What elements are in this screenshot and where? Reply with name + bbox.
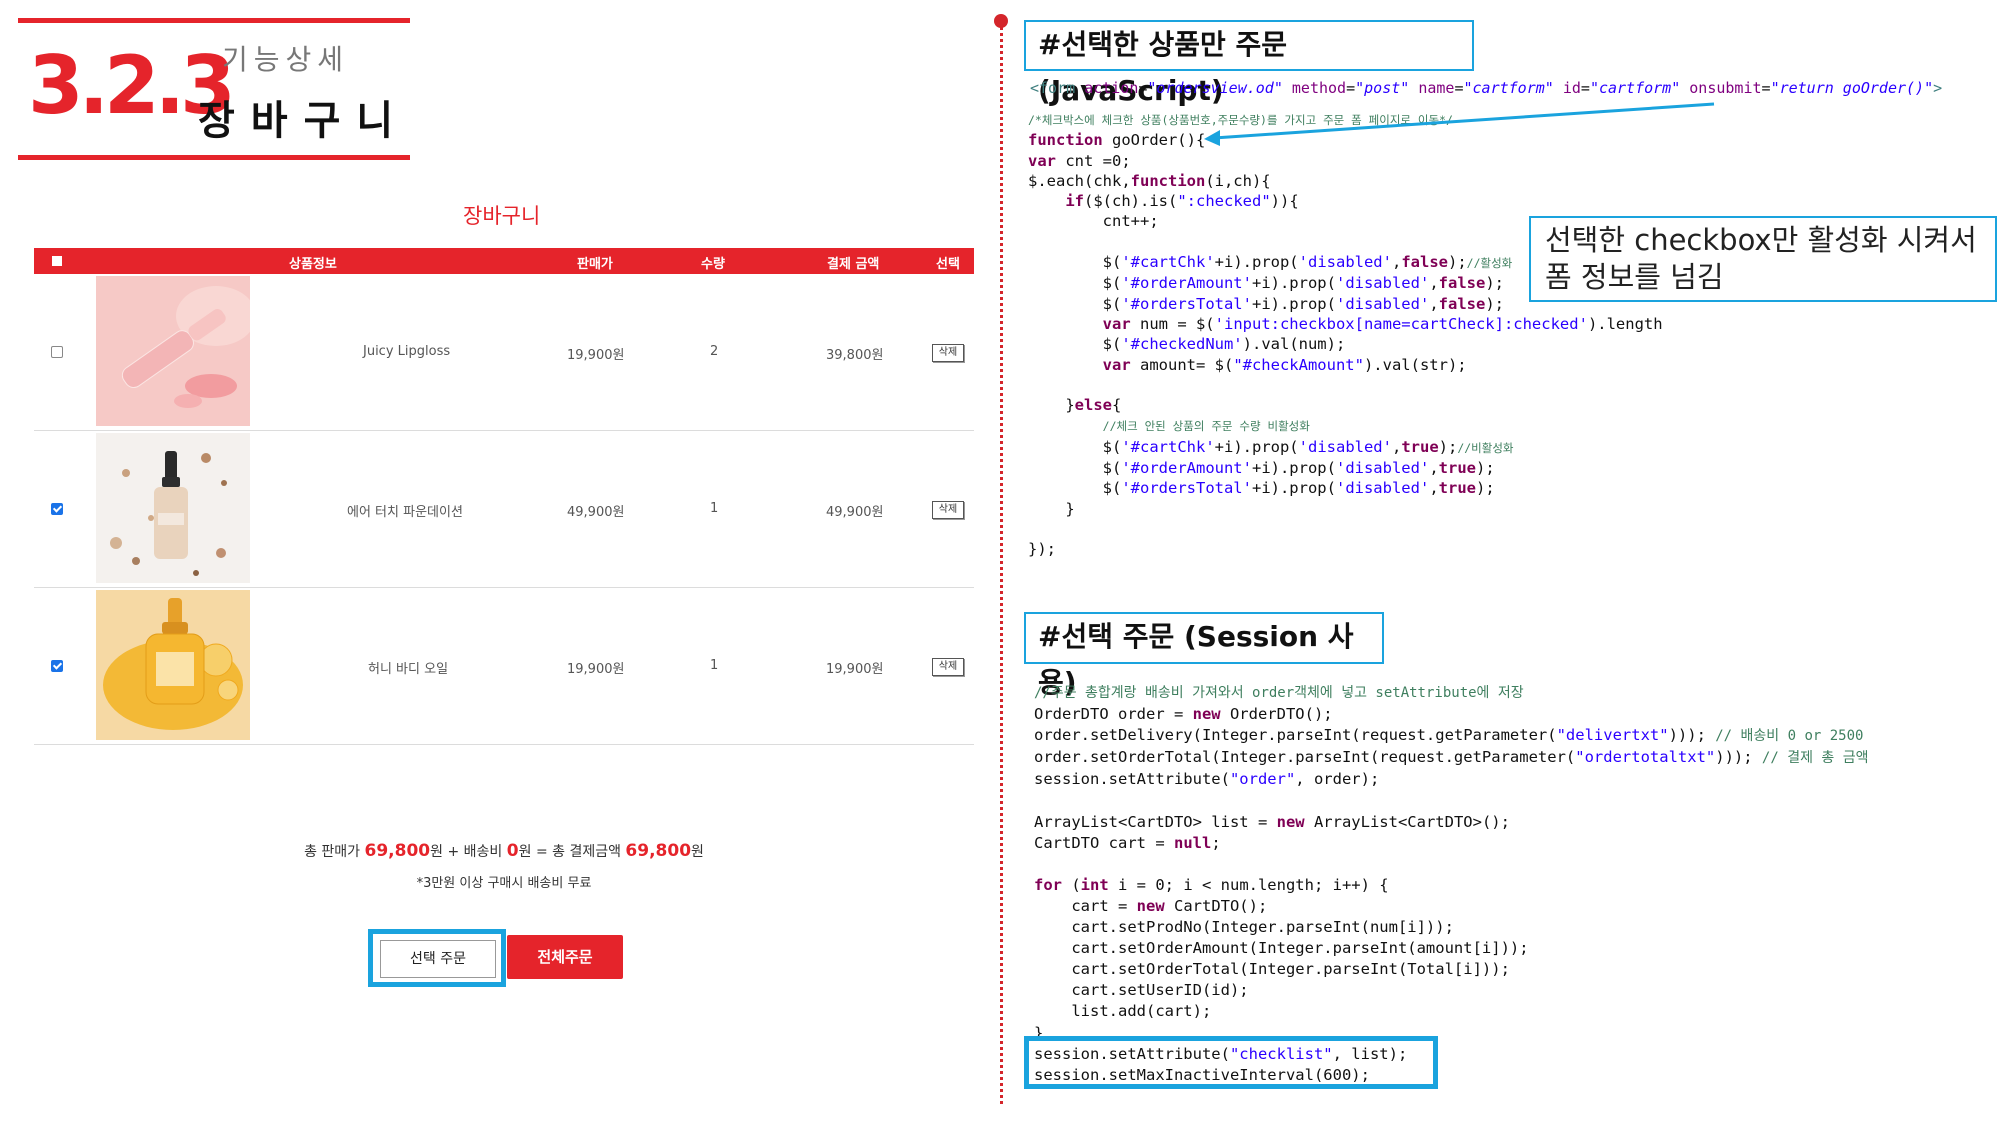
product-price: 49,900원 — [567, 505, 625, 520]
header-product-info: 상품정보 — [289, 257, 337, 272]
total-amount: 69,800 — [625, 841, 692, 861]
product-qty: 1 — [710, 658, 719, 673]
product-image-lipgloss — [96, 276, 250, 426]
pointer-arrow — [1204, 102, 1715, 146]
header-select: 선택 — [936, 257, 960, 272]
row-checkbox[interactable] — [51, 660, 63, 672]
sale-label: 총 판매가 — [304, 844, 361, 860]
session-section-title: #선택 주문 (Session 사용) — [1024, 612, 1384, 699]
row-checkbox[interactable] — [51, 346, 63, 358]
sale-amount: 69,800 — [364, 841, 431, 861]
js-section-title: #선택한 상품만 주문 (JavaScript) — [1024, 20, 1474, 107]
section-title: 장바구니 — [198, 98, 410, 144]
product-image-body-oil — [96, 590, 250, 740]
section-subtitle: 기능상세 — [222, 43, 350, 76]
cart-row: Juicy Lipgloss 19,900원 2 39,800원 삭제 — [34, 274, 974, 431]
product-name: Juicy Lipgloss — [363, 344, 451, 359]
row-checkbox[interactable] — [51, 503, 63, 515]
product-price: 19,900원 — [567, 348, 625, 363]
select-all-checkbox[interactable] — [52, 256, 62, 266]
header-total: 결제 금액 — [827, 257, 880, 272]
header-price: 판매가 — [577, 257, 613, 272]
cart-row: 허니 바디 오일 19,900원 1 19,900원 삭제 — [34, 588, 974, 745]
product-qty: 1 — [710, 501, 719, 516]
product-total: 49,900원 — [826, 505, 884, 520]
select-order-highlight: 선택 주문 — [368, 929, 506, 987]
shipping-label: + 배송비 — [447, 844, 503, 860]
top-red-rule — [18, 18, 410, 23]
product-name: 허니 바디 오일 — [368, 662, 449, 677]
delete-button[interactable]: 삭제 — [932, 501, 964, 519]
session-highlight-box — [1024, 1036, 1438, 1089]
delete-button[interactable]: 삭제 — [932, 658, 964, 676]
bottom-red-rule — [18, 155, 410, 160]
all-order-button[interactable]: 전체주문 — [507, 935, 623, 979]
checkbox-callout: 선택한 checkbox만 활성화 시켜서 폼 정보를 넘김 — [1529, 216, 1997, 302]
shipping-amount: 0 — [506, 841, 519, 861]
product-total: 39,800원 — [826, 348, 884, 363]
cart-table-header: 상품정보 판매가 수량 결제 금액 선택 — [34, 248, 974, 274]
delete-button[interactable]: 삭제 — [932, 344, 964, 362]
cart-title: 장바구니 — [463, 204, 541, 228]
product-name: 에어 터치 파운데이션 — [347, 505, 463, 520]
select-order-button[interactable]: 선택 주문 — [380, 940, 496, 978]
product-price: 19,900원 — [567, 662, 625, 677]
won-unit: 원 — [430, 844, 444, 860]
product-total: 19,900원 — [826, 662, 884, 677]
product-image-foundation — [96, 433, 250, 583]
javascript-code-block: /*체크박스에 체크한 상품(상품번호,주문수량)를 가지고 주문 폼 페이지로… — [1028, 113, 1663, 559]
free-shipping-note: *3만원 이상 구매시 배송비 무료 — [416, 876, 592, 891]
won-unit: 원 — [691, 844, 704, 860]
header-qty: 수량 — [701, 257, 725, 272]
vertical-divider — [1000, 22, 1003, 1104]
product-qty: 2 — [710, 344, 719, 359]
order-summary: 총 판매가 69,800원 + 배송비 0원 = 총 결제금액 69,800원 — [0, 841, 1008, 861]
total-label: = 총 결제금액 — [535, 844, 621, 860]
java-session-code-block: //주문 총합계랑 배송비 가져와서 order객체에 넣고 setAttrib… — [1034, 685, 1869, 1084]
won-unit: 원 — [518, 844, 532, 860]
cart-row: 에어 터치 파운데이션 49,900원 1 49,900원 삭제 — [34, 431, 974, 588]
